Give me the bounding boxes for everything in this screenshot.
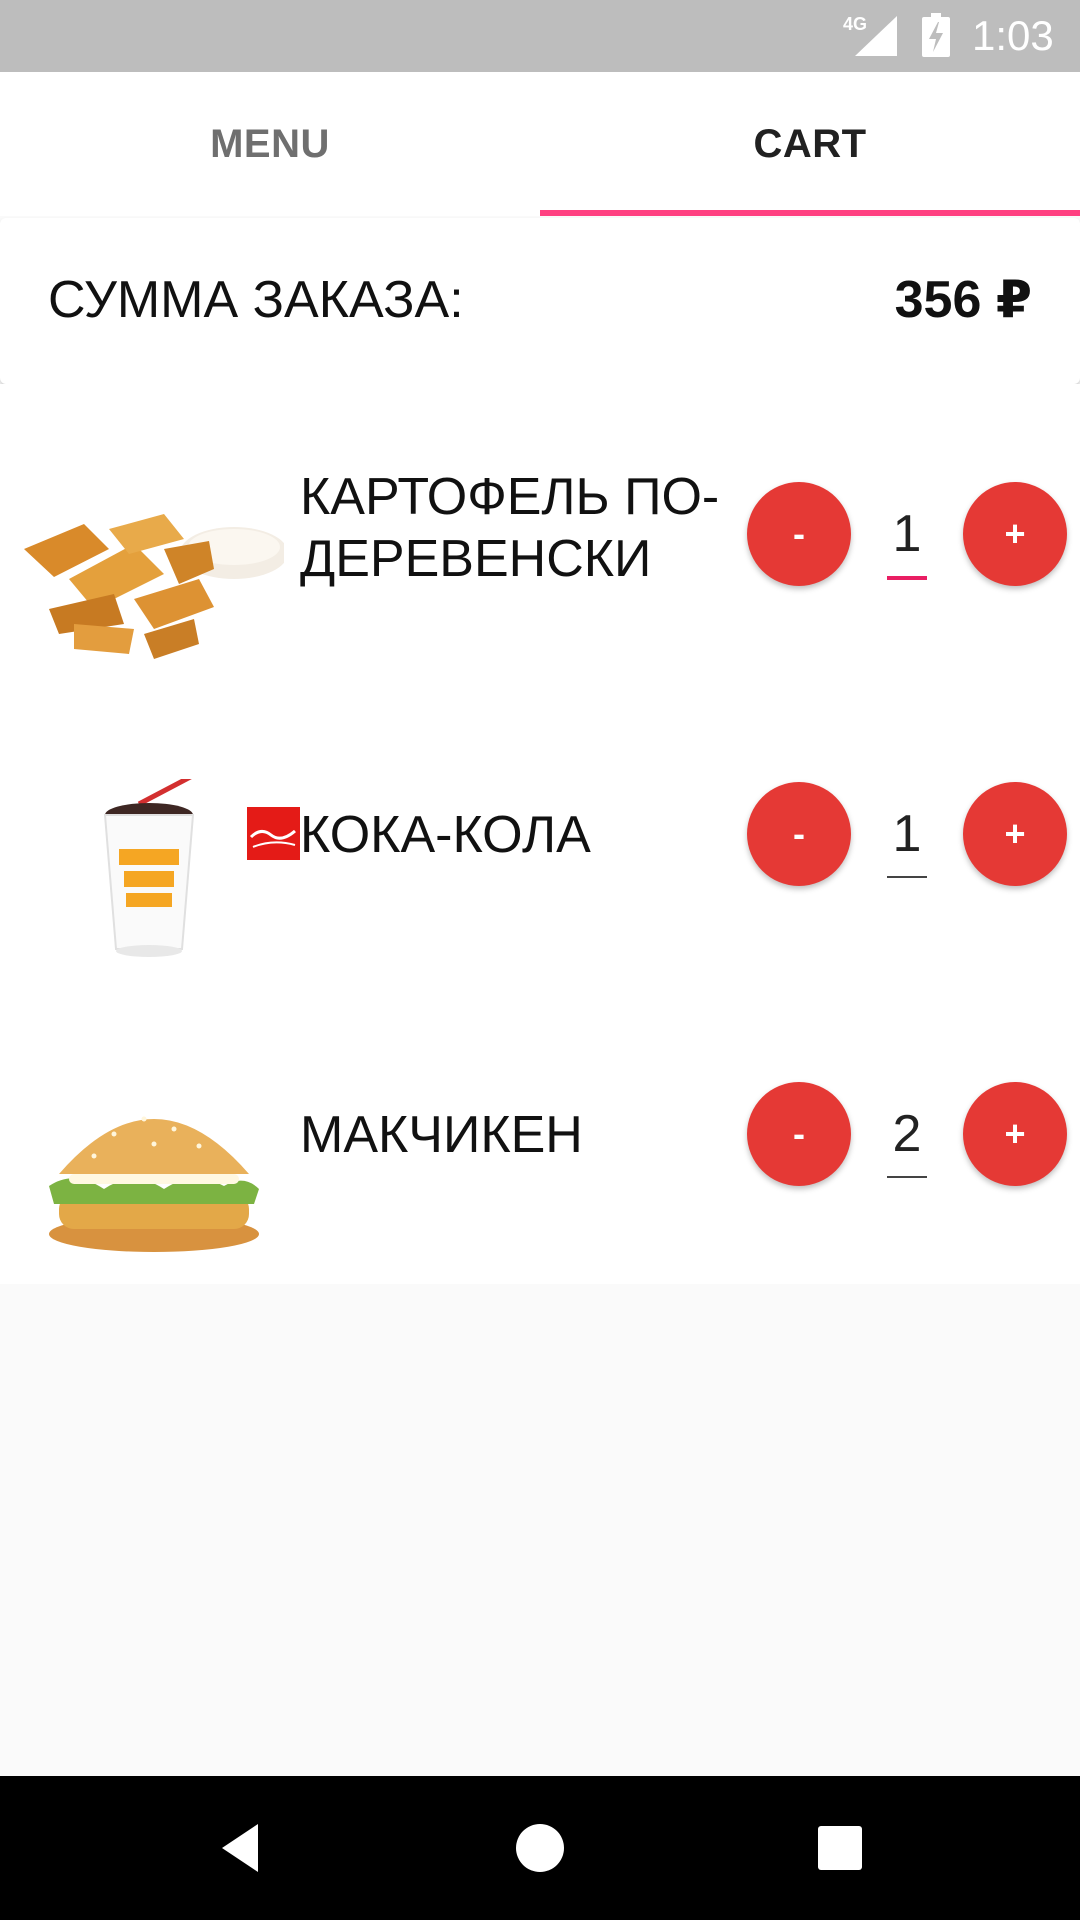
navigation-bar: [0, 1776, 1080, 1920]
cart-item: МАКЧИКЕН - 2 +: [0, 984, 1080, 1284]
tab-indicator: [540, 210, 1080, 216]
chicken-burger-image: [49, 1116, 259, 1252]
quantity-value[interactable]: 1: [887, 504, 927, 564]
order-sum-label: СУММА ЗАКАЗА:: [48, 271, 464, 329]
battery-charging-icon: [922, 13, 950, 57]
cola-cup-image: [103, 779, 195, 957]
increase-quantity-button[interactable]: +: [963, 782, 1067, 886]
clock: 1:03: [972, 12, 1054, 59]
increase-quantity-button[interactable]: +: [963, 1082, 1067, 1186]
cart-item: КАРТОФЕЛЬ ПО-ДЕРЕВЕНСКИ - 1 +: [0, 384, 1080, 684]
home-icon[interactable]: [480, 1776, 600, 1920]
cart-item: КОКА-КОЛА - 1 +: [0, 684, 1080, 984]
potato-wedges-image: [24, 514, 284, 659]
tab-bar: MENU CART: [0, 72, 1080, 216]
quantity-value[interactable]: 1: [887, 804, 927, 864]
signal-icon: [855, 16, 897, 56]
cart-list: КАРТОФЕЛЬ ПО-ДЕРЕВЕНСКИ - 1 + КОКА-КОЛА …: [0, 384, 1080, 1284]
quantity-underline: [887, 876, 927, 878]
back-icon[interactable]: [180, 1776, 300, 1920]
increase-quantity-button[interactable]: +: [963, 482, 1067, 586]
tab-menu[interactable]: MENU: [0, 72, 540, 216]
item-name: КАРТОФЕЛЬ ПО-ДЕРЕВЕНСКИ: [300, 468, 720, 588]
coca-cola-logo-icon: [247, 807, 300, 860]
order-sum-card: СУММА ЗАКАЗА: 356 ₽: [0, 218, 1080, 384]
decrease-quantity-button[interactable]: -: [747, 782, 851, 886]
order-sum-value: 356 ₽: [894, 271, 1032, 329]
status-bar: 4G 1:03: [0, 0, 1080, 72]
item-name: КОКА-КОЛА: [300, 806, 591, 864]
recents-icon[interactable]: [780, 1776, 900, 1920]
tab-cart[interactable]: CART: [540, 72, 1080, 216]
quantity-underline: [887, 1176, 927, 1178]
quantity-underline: [887, 576, 927, 580]
item-name: МАКЧИКЕН: [300, 1106, 583, 1164]
quantity-value[interactable]: 2: [887, 1104, 927, 1164]
decrease-quantity-button[interactable]: -: [747, 482, 851, 586]
decrease-quantity-button[interactable]: -: [747, 1082, 851, 1186]
